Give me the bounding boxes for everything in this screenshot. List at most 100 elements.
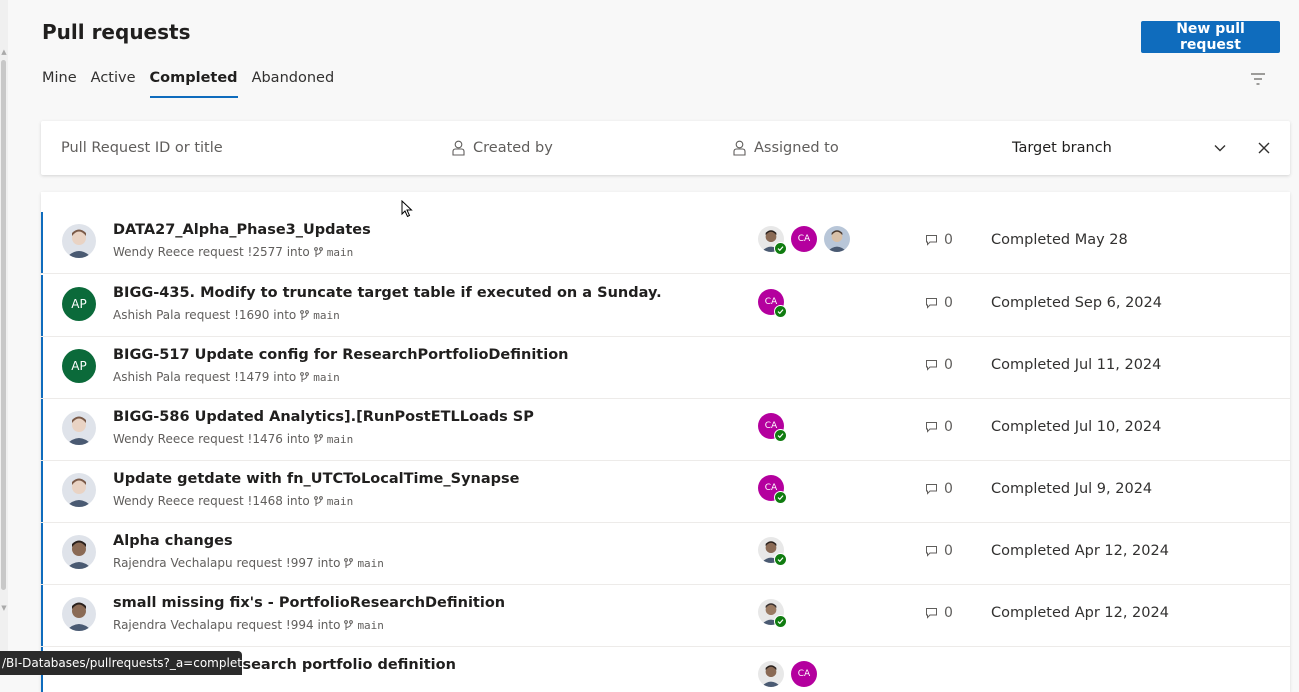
comment-count-value: 0 [944, 605, 953, 621]
reviewer-avatar[interactable]: CA [791, 661, 817, 687]
pr-status: Completed May 28 [991, 232, 1128, 248]
pr-row[interactable]: AP BIGG-435. Modify to truncate target ta… [41, 275, 1290, 337]
row-accent-bar [41, 461, 43, 522]
tab-completed[interactable]: Completed [149, 70, 238, 98]
pr-into-word: into [317, 618, 341, 632]
pr-request-word: request [236, 618, 283, 632]
reviewer-avatar[interactable]: CA [758, 413, 787, 442]
tab-mine[interactable]: Mine [42, 70, 77, 98]
pr-id: !1476 [247, 432, 283, 446]
reviewer-avatar[interactable]: CA [791, 226, 817, 252]
branch-icon [344, 619, 354, 630]
pr-row[interactable]: BIGG-586 Updated Analytics].[RunPostETLL… [41, 399, 1290, 461]
row-accent-bar [41, 212, 43, 273]
chevron-down-icon[interactable] [1213, 141, 1227, 155]
filter-icon[interactable] [1250, 72, 1266, 86]
pr-request-word: request [198, 432, 244, 446]
comment-icon [926, 546, 937, 557]
pr-target-branch[interactable]: main [357, 557, 384, 570]
reviewer-avatar[interactable] [758, 226, 787, 255]
created-by-filter[interactable]: Created by [452, 140, 553, 156]
pr-target-branch[interactable]: main [327, 433, 354, 446]
author-avatar[interactable] [62, 597, 96, 631]
comment-icon [926, 608, 937, 619]
author-avatar[interactable] [62, 224, 96, 258]
pr-title[interactable]: BIGG-435. Modify to truncate target tabl… [113, 285, 662, 301]
pr-title[interactable]: Alpha changes [113, 533, 233, 549]
pr-title[interactable]: BIGG-517 Update config for ResearchPortf… [113, 347, 569, 363]
pr-row[interactable]: Update getdate with fn_UTCToLocalTime_Sy… [41, 461, 1290, 523]
pr-row[interactable]: DATA27_Alpha_Phase3_Updates Wendy Reece r… [41, 212, 1290, 274]
pr-author: Wendy Reece [113, 245, 195, 259]
approved-check-icon [774, 491, 787, 504]
author-avatar[interactable] [62, 473, 96, 507]
pr-into-word: into [286, 494, 310, 508]
pr-title[interactable]: BIGG-586 Updated Analytics].[RunPostETLL… [113, 409, 534, 425]
pr-target-branch[interactable]: main [313, 309, 340, 322]
branch-icon [313, 433, 323, 444]
row-accent-bar [41, 585, 43, 646]
pr-into-word: into [286, 245, 310, 259]
tab-abandoned[interactable]: Abandoned [252, 70, 335, 98]
new-pull-request-button[interactable]: New pull request [1141, 21, 1280, 53]
pr-subtitle: Wendy Reece request !1468 into main [113, 494, 353, 508]
pr-title[interactable]: Update getdate with fn_UTCToLocalTime_Sy… [113, 471, 520, 487]
comment-count-value: 0 [944, 543, 953, 559]
pr-request-word: request [236, 556, 283, 570]
pr-row[interactable]: AP BIGG-517 Update config for ResearchPor… [41, 337, 1290, 399]
comment-count: 0 [925, 357, 953, 373]
pr-row[interactable]: Alpha changes Rajendra Vechalapu request … [41, 523, 1290, 585]
reviewer-avatar[interactable]: CA [758, 289, 787, 318]
scroll-up-arrow-icon[interactable]: ▲ [0, 48, 8, 56]
pr-id: !1479 [234, 370, 270, 384]
pr-subtitle: Rajendra Vechalapu request !994 into main [113, 618, 384, 632]
reviewer-avatar[interactable] [758, 599, 787, 628]
pr-target-branch[interactable]: main [313, 371, 340, 384]
tab-active[interactable]: Active [91, 70, 136, 98]
author-avatar[interactable]: AP [62, 287, 96, 321]
row-accent-bar [41, 523, 43, 584]
comment-count-value: 0 [944, 419, 953, 435]
reviewer-avatar[interactable] [824, 226, 850, 252]
scrollbar-thumb[interactable] [1, 60, 6, 590]
assigned-to-filter[interactable]: Assigned to [733, 140, 839, 156]
pr-request-word: request [198, 494, 244, 508]
pr-title[interactable]: small missing fix's - PortfolioResearchD… [113, 595, 505, 611]
branch-icon [313, 495, 323, 506]
reviewer-avatar[interactable] [758, 537, 787, 566]
author-avatar[interactable]: AP [62, 349, 96, 383]
branch-icon [344, 557, 354, 568]
pr-id: !2577 [247, 245, 283, 259]
author-avatar[interactable] [62, 535, 96, 569]
pr-author: Rajendra Vechalapu [113, 556, 233, 570]
reviewer-avatar[interactable]: CA [758, 475, 787, 504]
pr-search-input[interactable]: Pull Request ID or title [61, 140, 223, 156]
approved-check-icon [774, 305, 787, 318]
author-avatar[interactable] [62, 411, 96, 445]
pr-subtitle: Ashish Pala request !1479 into main [113, 370, 340, 384]
comment-count: 0 [925, 605, 953, 621]
comment-count: 0 [925, 481, 953, 497]
pr-title[interactable]: DATA27_Alpha_Phase3_Updates [113, 222, 371, 238]
pr-tabs: Mine Active Completed Abandoned [42, 70, 348, 98]
pr-target-branch[interactable]: main [327, 246, 354, 259]
pr-request-word: request [184, 370, 231, 384]
pr-target-branch[interactable]: main [327, 495, 354, 508]
pr-target-branch[interactable]: main [357, 619, 384, 632]
comment-icon [926, 360, 937, 371]
pr-into-word: into [273, 308, 297, 322]
comment-icon [926, 298, 937, 309]
target-branch-filter[interactable]: Target branch [1012, 140, 1112, 156]
reviewer-initials: CA [791, 661, 817, 687]
scroll-down-arrow-icon[interactable]: ▼ [0, 604, 8, 612]
close-icon[interactable] [1257, 141, 1271, 155]
pr-id: !1690 [234, 308, 270, 322]
pr-id: !1468 [247, 494, 283, 508]
pr-row[interactable]: small missing fix's - PortfolioResearchD… [41, 585, 1290, 647]
page-scrollbar[interactable]: ▲ ▼ [0, 0, 8, 675]
reviewer-avatar[interactable] [758, 661, 784, 687]
filter-bar: Pull Request ID or title Created by Assi… [41, 121, 1290, 175]
pr-author: Ashish Pala [113, 370, 181, 384]
pr-request-word: request [198, 245, 244, 259]
assigned-to-label: Assigned to [754, 140, 839, 156]
